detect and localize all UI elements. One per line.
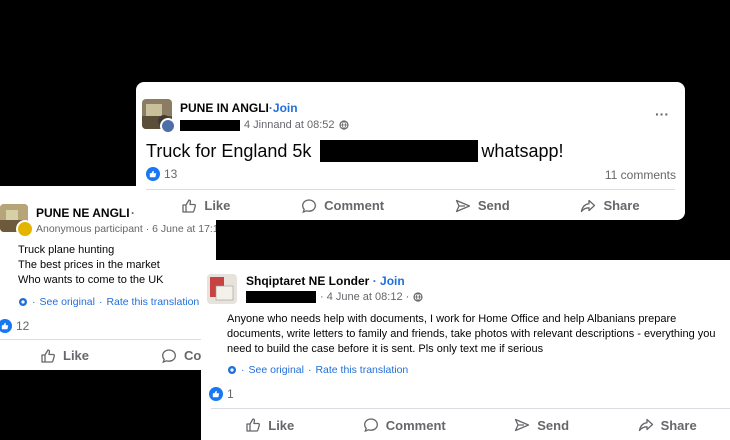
globe-icon: [413, 292, 423, 302]
send-icon: [515, 418, 530, 432]
separator: ·: [241, 364, 245, 376]
post-text-end: whatsapp!: [481, 140, 564, 161]
comment-label: Comment: [385, 417, 446, 433]
group-badge-icon: [160, 118, 176, 134]
redacted-text: [320, 140, 479, 162]
reaction-summary[interactable]: 1: [209, 387, 234, 401]
reaction-summary[interactable]: 13: [146, 167, 177, 181]
like-reaction-icon: [209, 387, 223, 401]
action-bar: Like Comment Send Share: [211, 408, 730, 440]
see-original-link[interactable]: See original: [40, 296, 95, 308]
post-card-pune-in-angli: PUNE IN ANGLI·Join 4 Jinnand at 08:52 ··…: [136, 82, 685, 220]
group-name[interactable]: PUNE NE ANGLI: [36, 206, 130, 220]
post-text: Anyone who needs help with documents, I …: [227, 313, 716, 355]
post-text: Truck plane hunting The best prices in t…: [18, 243, 164, 288]
more-options-button[interactable]: ···: [655, 106, 669, 122]
group-name[interactable]: Shqiptaret NE Londer: [246, 274, 369, 288]
like-reaction-icon: [146, 167, 160, 181]
separator: ·: [98, 296, 103, 308]
author-line: Anonymous participant · 6 June at 17:19 …: [36, 223, 216, 235]
post-line-2: The best prices in the market: [18, 259, 160, 271]
comment-button[interactable]: Comment: [301, 198, 384, 214]
send-label: Send: [537, 417, 570, 433]
group-badge-icon: [16, 220, 34, 238]
post-text: Truck for England 5k whatsapp!: [146, 140, 563, 162]
share-label: Share: [660, 417, 697, 433]
share-label: Share: [603, 198, 640, 213]
share-arrow-icon: [638, 418, 653, 432]
group-title: PUNE IN ANGLI·Join: [180, 101, 298, 115]
action-bar: Like Comment Send Share: [146, 189, 675, 220]
share-button[interactable]: Share: [580, 198, 640, 214]
send-label: Send: [477, 198, 510, 213]
share-arrow-icon: [581, 199, 596, 212]
translation-links: · See original · Rate this translation: [227, 364, 408, 376]
like-label: Like: [204, 198, 231, 213]
share-button[interactable]: Share: [638, 417, 697, 433]
thumbs-up-icon: [246, 418, 261, 432]
comment-bubble-icon: [363, 418, 378, 433]
thumbs-up-icon: [182, 198, 197, 213]
comment-label: Co: [184, 348, 202, 363]
like-label: Like: [268, 417, 295, 433]
action-bar: Like Co: [0, 339, 216, 370]
comment-button[interactable]: Comment: [363, 417, 446, 433]
group-title: Shqiptaret NE Londer · Join: [246, 274, 405, 288]
post-line-3: Who wants to come to the UK: [18, 274, 164, 286]
comment-bubble-icon: [162, 348, 176, 363]
separator: ·: [32, 296, 36, 308]
see-original-link[interactable]: See original: [249, 364, 304, 376]
comment-bubble-icon: [302, 198, 317, 213]
send-button[interactable]: Send: [455, 198, 510, 214]
reaction-count: 12: [16, 319, 30, 333]
join-link[interactable]: ·Join: [269, 101, 298, 115]
redacted-author: [180, 119, 240, 131]
like-label: Like: [63, 348, 90, 363]
post-date[interactable]: 4 Jinnand at 08:52: [244, 119, 335, 131]
thumbs-up-icon: [41, 348, 55, 363]
send-button[interactable]: Send: [514, 417, 569, 433]
like-reaction-icon: [0, 319, 12, 333]
globe-icon: [338, 120, 349, 130]
reaction-count: 13: [164, 167, 178, 181]
translate-icon: [228, 366, 236, 374]
comment-count[interactable]: 11 comments: [605, 168, 676, 182]
group-avatar[interactable]: [207, 274, 237, 304]
author-line: 4 Jinnand at 08:52: [180, 119, 349, 131]
more-icon: ···: [655, 106, 669, 122]
like-button[interactable]: Like: [245, 417, 294, 433]
reaction-count: 1: [227, 387, 234, 401]
join-dot: ·: [131, 206, 135, 220]
rate-translation-link[interactable]: Rate this translation: [315, 364, 408, 376]
translation-links: · See original · Rate this translation: [18, 296, 199, 308]
post-date[interactable]: · 4 June at 08:12 ·: [320, 291, 409, 303]
translate-icon: [19, 298, 27, 306]
send-icon: [455, 199, 471, 212]
post-card-shqiptaret-ne-londer: Shqiptaret NE Londer · Join · 4 June at …: [201, 260, 730, 440]
like-button[interactable]: Like: [181, 198, 230, 214]
group-name[interactable]: PUNE IN ANGLI: [180, 101, 269, 115]
like-button[interactable]: Like: [40, 348, 89, 364]
post-line-1: Truck plane hunting: [18, 244, 115, 256]
rate-translation-link[interactable]: Rate this translation: [106, 296, 199, 308]
redacted-author: [246, 291, 316, 303]
author-line: · 4 June at 08:12 ·: [246, 291, 423, 303]
separator: ·: [307, 364, 312, 376]
comment-label: Comment: [324, 198, 385, 213]
post-text-start: Truck for England 5k: [146, 140, 312, 161]
reaction-summary[interactable]: 12: [0, 319, 29, 333]
author-date[interactable]: Anonymous participant · 6 June at 17:19 …: [36, 223, 216, 235]
comment-button[interactable]: Co: [161, 348, 201, 364]
join-link[interactable]: · Join: [373, 274, 405, 288]
